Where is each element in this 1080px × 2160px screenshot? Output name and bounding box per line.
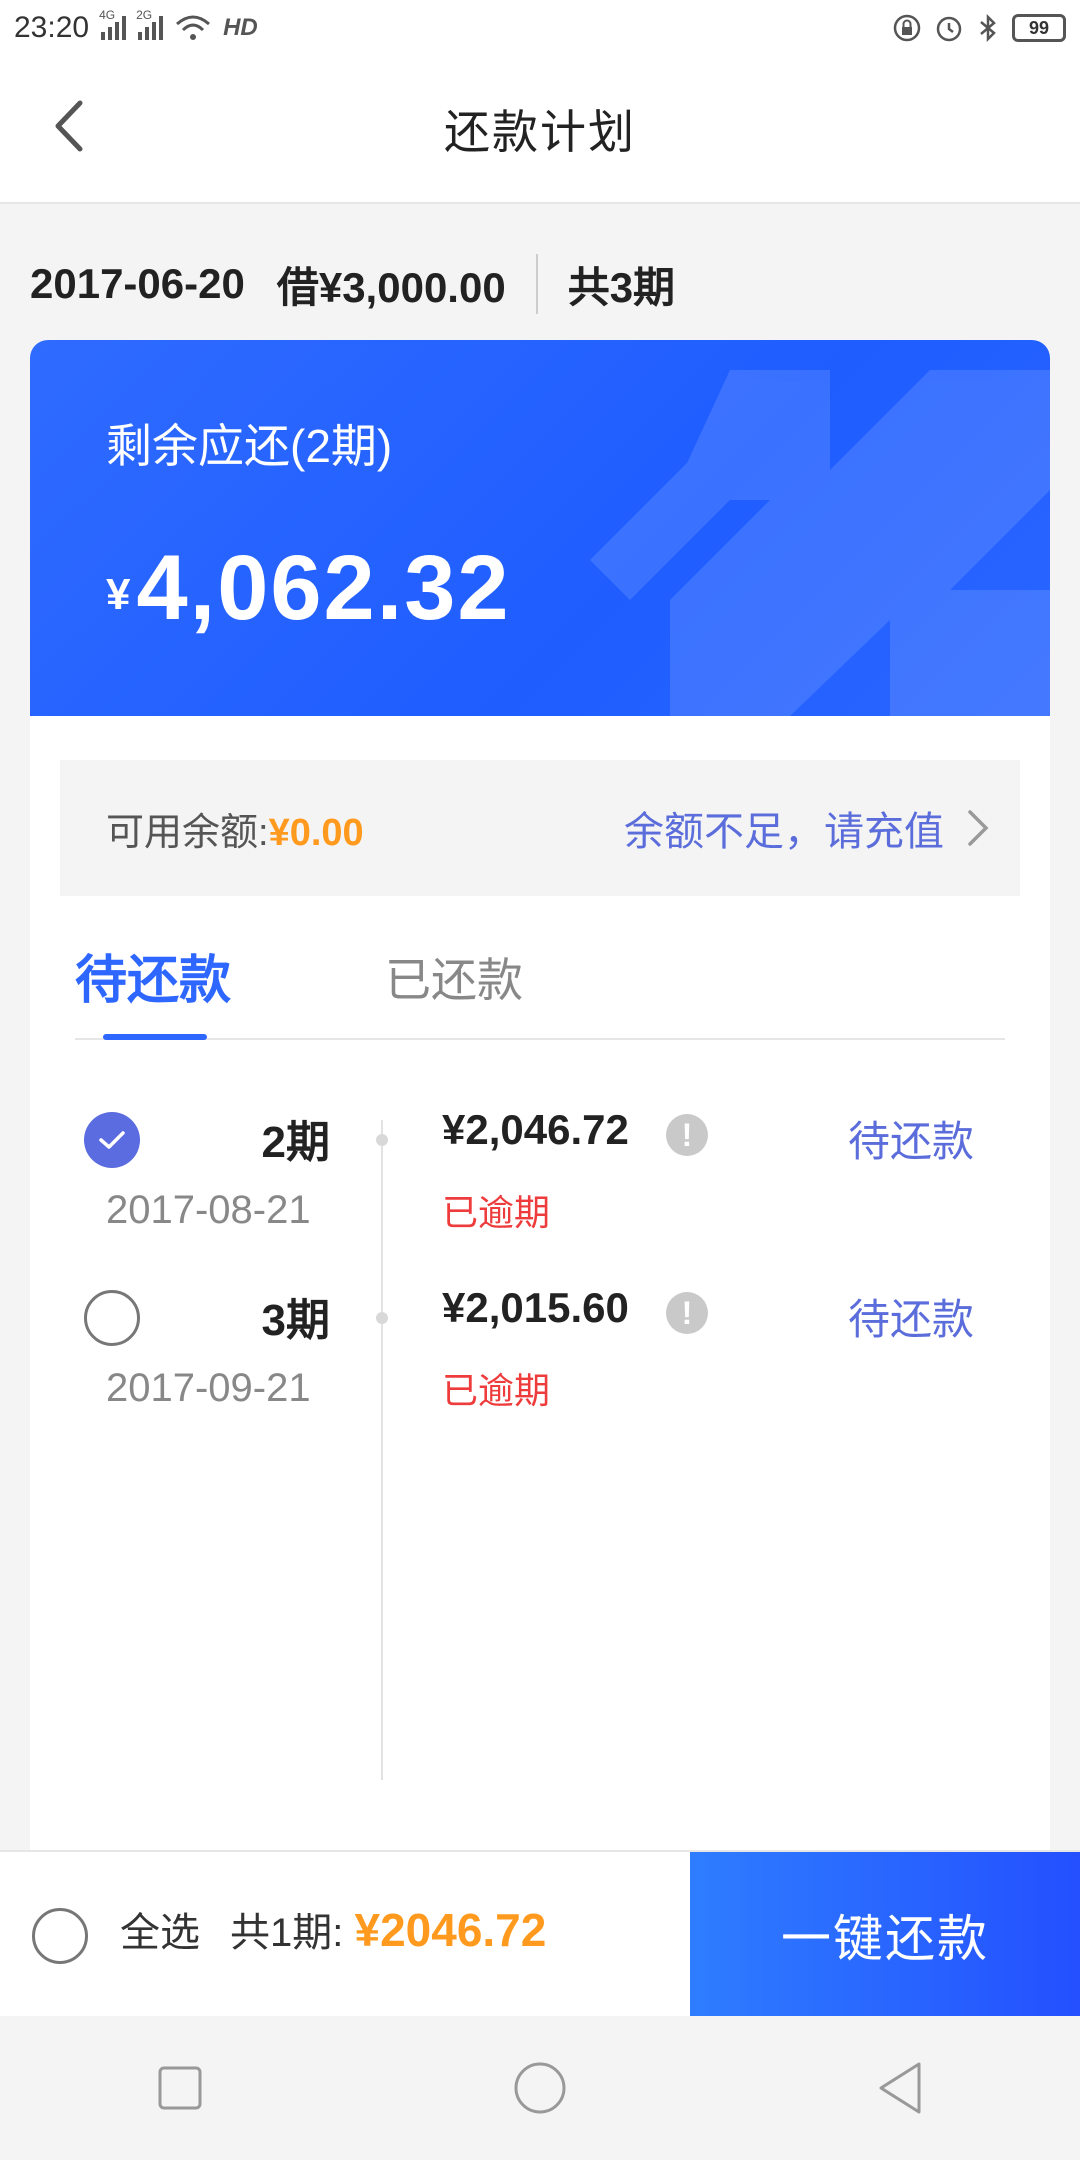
nav-bar: 还款计划: [0, 56, 1080, 204]
installment-amount: ¥2,015.60: [442, 1284, 629, 1331]
recharge-link[interactable]: 余额不足，请充值: [624, 799, 990, 857]
info-icon[interactable]: !: [666, 1292, 708, 1334]
info-icon[interactable]: !: [666, 1114, 708, 1156]
status-time: 23:20: [14, 11, 90, 44]
installment-row: 2期 2017-08-21 ¥2,046.72 ! 已逾期 待还款: [30, 1080, 1050, 1260]
balance-label: 可用余额:: [106, 811, 269, 854]
signal-icon: 4G: [99, 8, 127, 40]
installment-date: 2017-08-21: [106, 1188, 311, 1232]
selected-total: ¥2046.72: [354, 1904, 547, 1956]
repayment-card: 剩余应还(2期) ¥4,062.32 可用余额:¥0.00 余额不足，请充值 待…: [30, 340, 1050, 1850]
chevron-right-icon: [968, 810, 989, 846]
installment-checkbox[interactable]: [84, 1112, 140, 1168]
timeline-dot: [376, 1312, 388, 1324]
installment-checkbox[interactable]: [84, 1290, 140, 1346]
signal-icon-2: 2G: [136, 8, 164, 40]
pay-all-button[interactable]: 一键还款: [690, 1852, 1080, 2018]
installment-period: 2期: [261, 1118, 330, 1167]
bluetooth-icon: [980, 13, 996, 43]
loan-amount: 借¥3,000.00: [276, 263, 506, 311]
checkmark-icon: [99, 1131, 125, 1149]
system-back-button[interactable]: [860, 2048, 940, 2128]
repayment-tabs: 待还款 已还款: [75, 920, 1005, 1040]
installment-status[interactable]: 待还款: [848, 1286, 974, 1347]
triangle-back-icon: [879, 2062, 921, 2114]
recent-apps-button[interactable]: [140, 2048, 220, 2128]
currency-symbol: ¥: [106, 570, 131, 619]
circle-icon: [514, 2062, 566, 2114]
recharge-text: 余额不足，请充值: [624, 810, 944, 854]
remaining-amount-value: 4,062.32: [136, 537, 511, 639]
square-icon: [158, 2066, 202, 2110]
remaining-label: 剩余应还(2期): [106, 420, 393, 472]
system-nav-bar: [0, 2016, 1080, 2160]
installment-row: 3期 2017-09-21 ¥2,015.60 ! 已逾期 待还款: [30, 1258, 1050, 1438]
remaining-amount: ¥4,062.32: [106, 536, 511, 641]
lock-icon: [893, 14, 921, 42]
select-all-label[interactable]: 全选: [120, 1900, 200, 1958]
balance-value: ¥0.00: [268, 811, 364, 854]
loan-terms: 共3期: [567, 263, 676, 311]
wifi-icon: [176, 15, 211, 40]
balance-row[interactable]: 可用余额:¥0.00 余额不足，请充值: [60, 760, 1020, 896]
loan-summary: 2017-06-20 借¥3,000.00 共3期: [30, 248, 675, 320]
page-title: 还款计划: [444, 106, 636, 158]
overdue-label: 已逾期: [442, 1192, 551, 1233]
selected-count: 共1期:: [230, 1911, 344, 1955]
overdue-label: 已逾期: [442, 1370, 551, 1411]
installment-date: 2017-09-21: [106, 1366, 311, 1410]
tab-pending[interactable]: 待还款: [75, 938, 231, 1013]
balance-info: 可用余额:¥0.00: [106, 801, 364, 856]
selection-summary: 全选 共1期: ¥2046.72: [120, 1900, 546, 1958]
remaining-banner: 剩余应还(2期) ¥4,062.32: [30, 340, 1050, 716]
back-button[interactable]: [44, 96, 94, 156]
installment-status[interactable]: 待还款: [848, 1108, 974, 1169]
timeline-dot: [376, 1134, 388, 1146]
tab-indicator: [103, 1034, 207, 1040]
chevron-left-icon: [55, 100, 83, 152]
banner-decoration-icon: [590, 370, 1050, 716]
screen: 23:20 4G 2G HD 99 还款计划 2017-06-20 借¥3,00…: [0, 0, 1080, 2160]
loan-date: 2017-06-20: [30, 260, 245, 307]
home-button[interactable]: [500, 2048, 580, 2128]
bottom-bar: 全选 共1期: ¥2046.72 一键还款: [0, 1850, 1080, 2018]
select-all-checkbox[interactable]: [32, 1908, 88, 1964]
installment-amount: ¥2,046.72: [442, 1106, 629, 1153]
divider: [535, 254, 538, 314]
status-bar: 23:20 4G 2G HD 99: [0, 0, 1080, 56]
installment-period: 3期: [261, 1296, 330, 1345]
hd-icon: HD: [223, 14, 258, 41]
alarm-icon: [936, 16, 962, 42]
battery-icon: 99: [1012, 14, 1066, 42]
tab-paid[interactable]: 已还款: [385, 944, 523, 1010]
